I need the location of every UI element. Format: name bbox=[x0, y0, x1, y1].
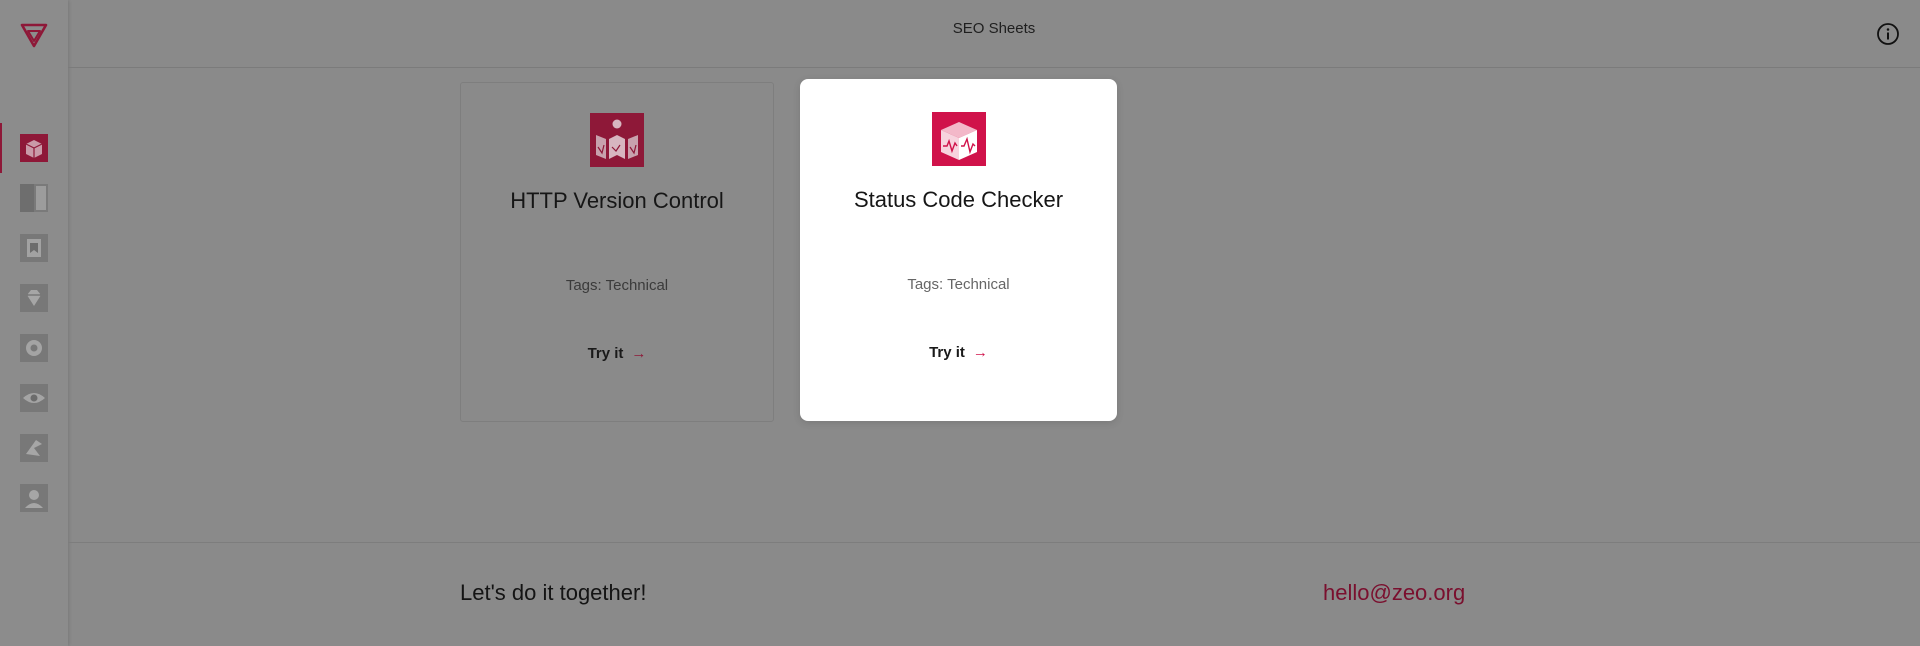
puzzle-arrow-icon bbox=[20, 434, 48, 462]
footer-divider bbox=[68, 542, 1920, 543]
sidebar-item-http-version[interactable] bbox=[0, 123, 68, 173]
sidebar-item-profile[interactable] bbox=[0, 473, 68, 523]
page-title: SEO Sheets bbox=[952, 20, 1036, 37]
tags-label: Tags: bbox=[565, 277, 602, 294]
eye-view-icon bbox=[20, 384, 48, 412]
sidebar-item-settings[interactable] bbox=[0, 323, 68, 373]
zeo-logo-icon[interactable] bbox=[20, 21, 48, 49]
status-code-cube-icon bbox=[931, 112, 986, 166]
sidebar-item-view[interactable] bbox=[0, 373, 68, 423]
sheet-panel-icon bbox=[20, 184, 48, 212]
http-version-cube-icon bbox=[20, 134, 48, 162]
diamond-gem-icon bbox=[20, 284, 48, 312]
sidebar-item-gem[interactable] bbox=[0, 273, 68, 323]
card-title: HTTP Version Control bbox=[510, 188, 724, 213]
try-it-link[interactable]: Try it → bbox=[461, 345, 773, 362]
tags-value: Technical bbox=[947, 276, 1010, 293]
try-it-label: Try it bbox=[587, 345, 624, 362]
tool-card-http-version-control[interactable]: HTTP Version Control Tags: Technical Try… bbox=[460, 82, 774, 422]
gear-badge-icon bbox=[20, 334, 48, 362]
card-tags: Tags: Technical bbox=[461, 277, 773, 294]
top-bar: SEO Sheets bbox=[68, 0, 1920, 68]
sidebar-item-pages[interactable] bbox=[0, 223, 68, 273]
try-it-label: Try it bbox=[929, 344, 965, 361]
footer-email-link[interactable]: hello@zeo.org bbox=[1323, 580, 1465, 606]
footer-tagline: Let's do it together! bbox=[460, 580, 647, 605]
tags-label: Tags: bbox=[907, 276, 944, 293]
arrow-right-icon: → bbox=[972, 344, 988, 361]
card-title: Status Code Checker bbox=[853, 187, 1064, 212]
arrow-right-icon: → bbox=[631, 345, 647, 362]
http-version-cube-icon bbox=[590, 113, 644, 167]
sidebar-item-tools[interactable] bbox=[0, 423, 68, 473]
sidebar-item-sheets[interactable] bbox=[0, 173, 68, 223]
person-circle-icon bbox=[20, 484, 48, 512]
tags-value: Technical bbox=[605, 277, 669, 294]
sidebar bbox=[0, 0, 68, 646]
page-stack-icon bbox=[20, 234, 48, 262]
tool-card-status-code-checker[interactable]: Status Code Checker Tags: Technical Try … bbox=[800, 79, 1117, 421]
info-icon[interactable] bbox=[1876, 22, 1900, 46]
card-tags: Tags: Technical bbox=[800, 276, 1117, 293]
try-it-link[interactable]: Try it → bbox=[800, 344, 1117, 361]
